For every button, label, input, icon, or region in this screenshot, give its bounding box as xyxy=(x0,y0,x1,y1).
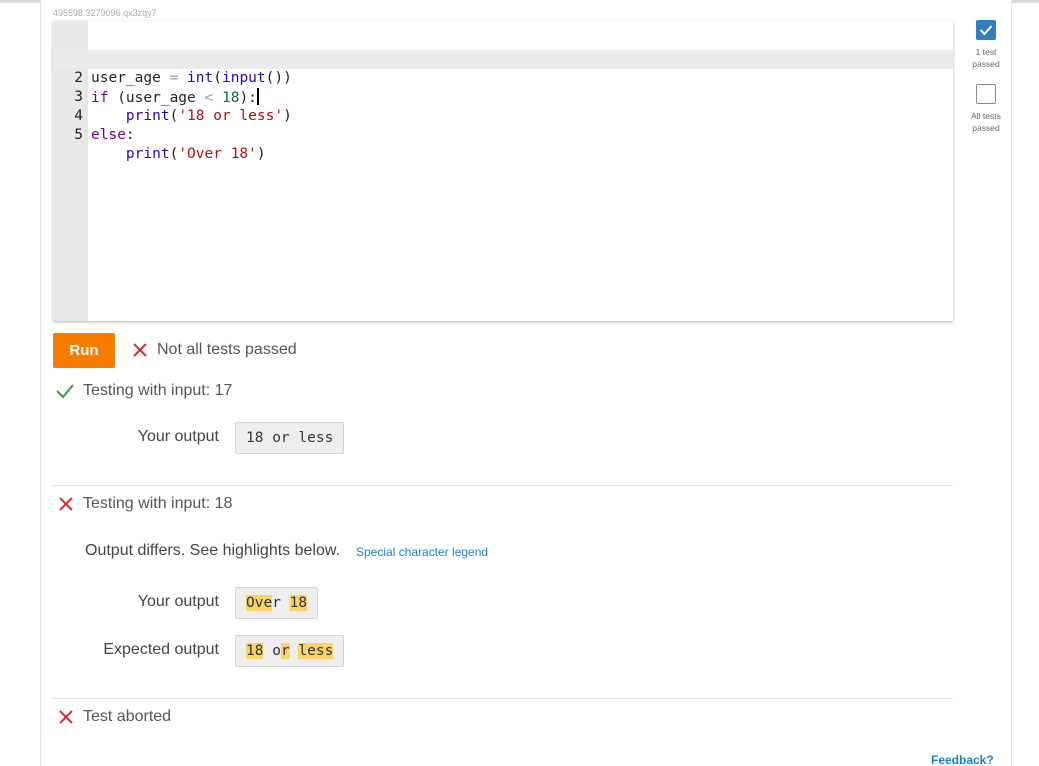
code-line[interactable]: 1 user_age = int(input()) xyxy=(53,31,953,86)
close-icon xyxy=(133,343,147,357)
test-result-heading: Testing with input: 18 xyxy=(57,495,232,513)
close-icon xyxy=(59,497,73,511)
output-differs-text: Output differs. See highlights below. xyxy=(85,542,340,559)
one-test-passed-checkbox xyxy=(976,20,996,40)
run-button[interactable]: Run xyxy=(53,333,115,368)
diff-highlight: 18 xyxy=(246,643,264,659)
diff-plain xyxy=(281,595,290,611)
diff-highlight: Ove xyxy=(246,595,273,611)
diff-highlight: 18 xyxy=(289,595,308,611)
code-line[interactable]: 5 print('Over 18') xyxy=(53,107,953,162)
your-output-label: Your output xyxy=(137,593,219,610)
test-heading-text: Test aborted xyxy=(83,708,172,725)
line-number: 5 xyxy=(74,127,83,143)
lab-id: 495598.3279096.qx3zqy7 xyxy=(53,8,157,18)
code-line[interactable]: 3 print('18 or less') xyxy=(53,69,953,124)
test-status: Not all tests passed xyxy=(131,339,297,361)
diff-plain xyxy=(263,643,272,659)
code-lines[interactable]: 1 user_age = int(input()) 2 if (user_age… xyxy=(53,31,953,162)
check-icon xyxy=(56,384,74,399)
code-editor[interactable]: 1 user_age = int(input()) 2 if (user_age… xyxy=(53,21,953,321)
check-label-line: passed xyxy=(972,123,1000,133)
check-label: All tests passed xyxy=(963,110,1009,134)
test-result-heading: Test aborted xyxy=(57,708,171,726)
test-result-heading: Testing with input: 17 xyxy=(55,382,232,400)
diff-highlight: less xyxy=(298,643,334,659)
check-label-line: 1 test xyxy=(975,47,997,57)
check-label: 1 test passed xyxy=(963,46,1009,70)
code-text[interactable]: print('Over 18') xyxy=(91,145,266,164)
diff-plain: r xyxy=(272,595,281,611)
special-character-legend-link[interactable]: Special character legend xyxy=(356,545,488,559)
divider xyxy=(53,698,953,699)
checkmark-icon xyxy=(979,25,993,36)
expected-output-label: Expected output xyxy=(103,641,219,658)
feedback-link[interactable]: Feedback? xyxy=(931,753,994,766)
test-heading-text: Testing with input: 17 xyxy=(83,382,233,399)
status-text: Not all tests passed xyxy=(157,341,297,358)
diff-plain: o xyxy=(272,643,281,659)
check-label-line: All tests xyxy=(971,111,1001,121)
code-line-active[interactable]: 2 if (user_age < 18): xyxy=(53,50,953,106)
test-heading-text: Testing with input: 18 xyxy=(83,495,233,512)
expected-output-box: 18 or less xyxy=(235,635,345,667)
your-output-box: Over 18 xyxy=(235,587,319,619)
divider xyxy=(53,485,953,486)
diff-highlight: r xyxy=(280,643,290,659)
your-output-label: Your output xyxy=(137,428,219,445)
your-output-box: 18 or less xyxy=(235,422,345,454)
check-label-line: passed xyxy=(972,59,1000,69)
code-line[interactable]: 4 else: xyxy=(53,88,953,143)
close-icon xyxy=(59,710,73,724)
all-tests-passed-checkbox xyxy=(976,84,996,104)
test-progress: 1 test passed All tests passed xyxy=(963,20,1009,134)
